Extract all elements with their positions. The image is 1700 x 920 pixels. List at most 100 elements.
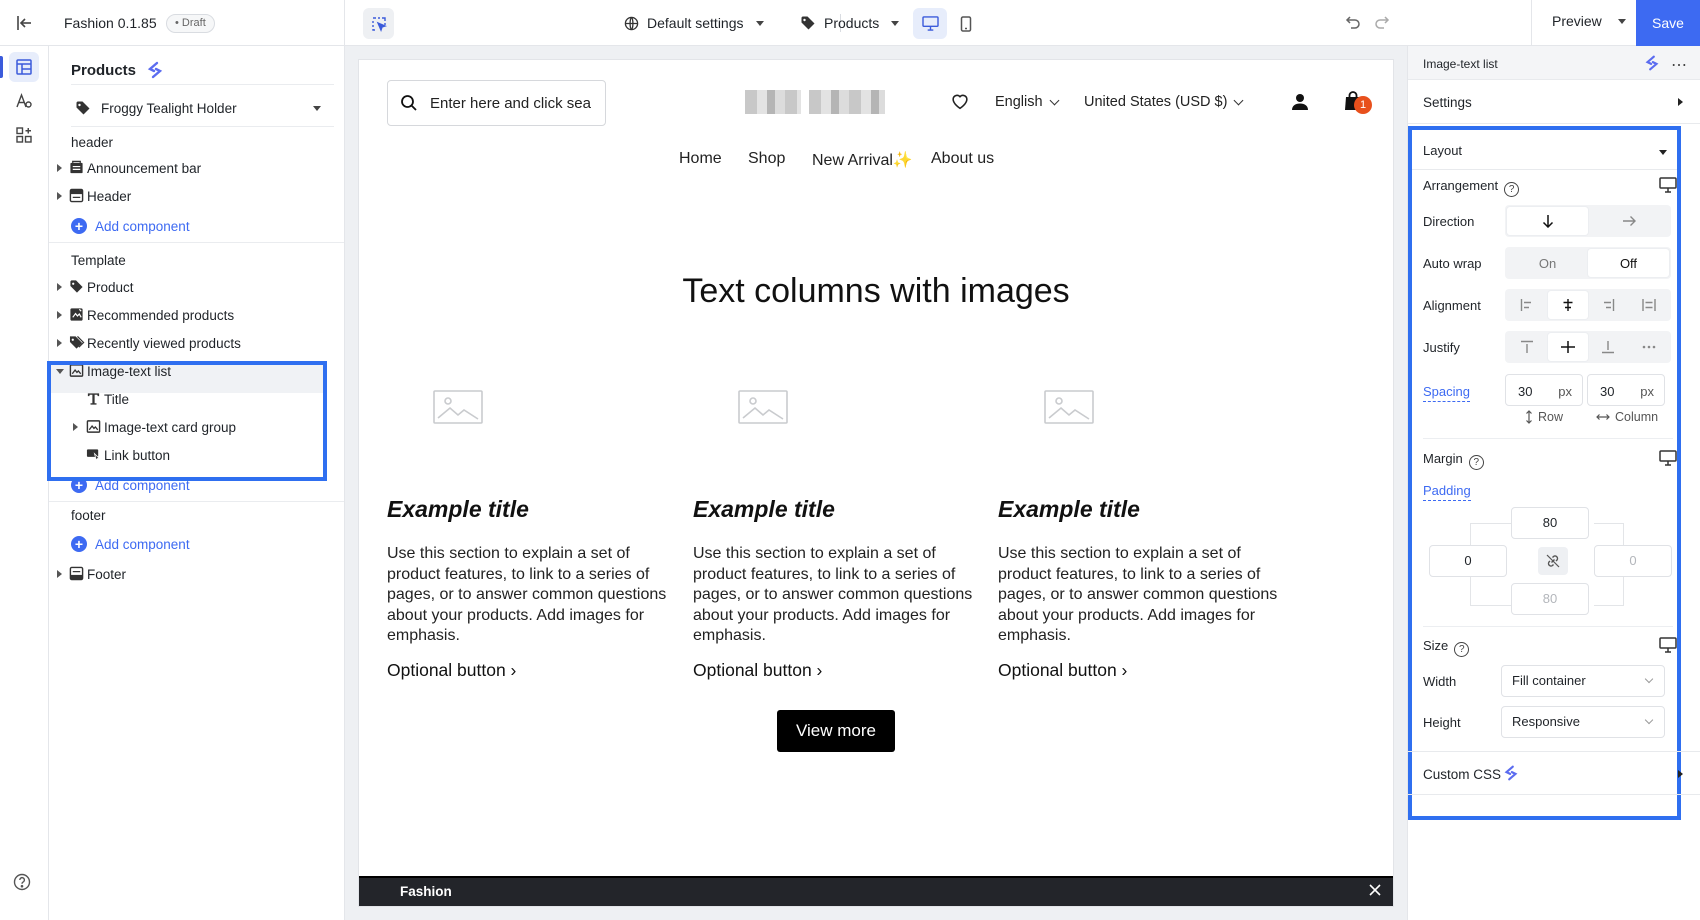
direction-vertical-icon[interactable] [1507, 207, 1588, 235]
tree-item-header[interactable]: Header [49, 182, 345, 210]
more-options-icon[interactable]: ⋯ [1671, 55, 1688, 75]
custom-css-section-toggle[interactable]: Custom CSS [1408, 751, 1700, 795]
image-placeholder-icon[interactable] [1044, 390, 1094, 424]
account-icon[interactable] [1290, 92, 1310, 112]
column-spacing-input[interactable]: 30 px [1587, 374, 1665, 406]
ai-sparkle-icon[interactable] [1643, 54, 1661, 72]
padding-left-input[interactable]: 0 [1429, 545, 1507, 577]
tree-item-label: Announcement bar [87, 160, 202, 176]
redo-icon[interactable] [1374, 13, 1394, 33]
height-select[interactable]: Responsive [1501, 706, 1665, 738]
default-settings-dropdown[interactable]: Default settings [624, 13, 764, 33]
save-button[interactable]: Save [1636, 0, 1700, 46]
currency-selector[interactable]: United States (USD $) [1084, 94, 1244, 110]
image-text-card[interactable]: Example title Use this section to explai… [693, 496, 975, 681]
currency-label: United States (USD $) [1084, 94, 1228, 110]
optional-button[interactable]: Optional button › [387, 660, 516, 681]
expand-arrow-icon[interactable] [57, 311, 62, 319]
tree-item-announcement-bar[interactable]: Announcement bar [49, 154, 345, 182]
help-icon[interactable] [13, 873, 33, 893]
auto-wrap-toggle: On Off [1505, 247, 1671, 279]
column-spacing-unit[interactable]: px [1640, 384, 1654, 399]
justify-center-icon[interactable] [1547, 333, 1588, 361]
expand-arrow-icon[interactable] [57, 192, 62, 200]
add-component-header-button[interactable]: + Add component [71, 215, 190, 237]
footer-section-bar[interactable]: Fashion [359, 876, 1393, 906]
align-stretch-icon[interactable] [1629, 291, 1670, 319]
image-placeholder-icon[interactable] [738, 390, 788, 424]
layout-section-toggle[interactable]: Layout [1412, 130, 1677, 170]
spacing-label[interactable]: Spacing [1423, 384, 1470, 402]
align-left-icon[interactable] [1507, 291, 1548, 319]
nav-link-new-arrival[interactable]: New Arrival✨ [812, 150, 913, 170]
view-more-button[interactable]: View more [777, 710, 895, 752]
link-padding-icon[interactable] [1538, 547, 1568, 575]
ai-sparkle-icon[interactable] [145, 60, 167, 82]
mobile-view-icon[interactable] [949, 8, 983, 39]
auto-wrap-on-option[interactable]: On [1507, 249, 1588, 277]
align-right-icon[interactable] [1588, 291, 1629, 319]
expand-arrow-icon[interactable] [57, 339, 62, 347]
row-spacing-unit[interactable]: px [1558, 384, 1572, 399]
expand-arrow-icon[interactable] [57, 283, 62, 291]
help-circle-icon[interactable]: ? [1468, 455, 1484, 470]
desktop-view-icon[interactable] [913, 8, 947, 39]
auto-wrap-off-option[interactable]: Off [1588, 249, 1669, 277]
justify-space-between-icon[interactable] [1629, 333, 1670, 361]
store-logo[interactable] [809, 90, 885, 114]
store-logo[interactable] [745, 90, 801, 114]
expand-arrow-icon[interactable] [57, 570, 62, 578]
image-text-card[interactable]: Example title Use this section to explai… [998, 496, 1280, 681]
expand-arrow-icon[interactable] [57, 164, 62, 172]
apps-icon[interactable] [9, 120, 39, 150]
ai-sparkle-icon[interactable] [1502, 764, 1520, 782]
optional-button[interactable]: Optional button › [693, 660, 822, 681]
align-center-icon[interactable] [1547, 291, 1588, 319]
nav-link-home[interactable]: Home [679, 150, 722, 168]
nav-link-label: New Arrival [812, 152, 893, 169]
desktop-device-icon[interactable] [1659, 450, 1679, 468]
help-circle-icon[interactable]: ? [1454, 642, 1470, 657]
desktop-device-icon[interactable] [1659, 177, 1679, 195]
optional-button[interactable]: Optional button › [998, 660, 1127, 681]
direction-horizontal-icon[interactable] [1588, 207, 1669, 235]
padding-bottom-input[interactable]: 80 [1511, 583, 1589, 615]
settings-section-toggle[interactable]: Settings [1408, 80, 1700, 124]
image-text-card[interactable]: Example title Use this section to explai… [387, 496, 669, 681]
undo-icon[interactable] [1343, 13, 1363, 33]
width-select[interactable]: Fill container [1501, 665, 1665, 697]
layout-tree-icon[interactable] [9, 52, 39, 82]
justify-top-icon[interactable] [1507, 333, 1548, 361]
language-selector[interactable]: English [995, 94, 1060, 110]
desktop-device-icon[interactable] [1659, 637, 1679, 655]
section-title[interactable]: Text columns with images [359, 272, 1393, 311]
close-icon[interactable] [1367, 882, 1387, 902]
image-placeholder-icon[interactable] [433, 390, 483, 424]
divider [49, 501, 344, 502]
page-select[interactable]: Froggy Tealight Holder [71, 90, 333, 126]
preview-button[interactable]: Preview [1552, 13, 1626, 29]
padding-top-input[interactable]: 80 [1511, 507, 1589, 539]
chevron-down-icon [1644, 674, 1654, 684]
nav-link-about-us[interactable]: About us [931, 150, 994, 168]
padding-right-input[interactable]: 0 [1594, 545, 1672, 577]
tree-item-product[interactable]: Product [49, 273, 345, 301]
tree-item-footer[interactable]: Footer [49, 560, 345, 588]
page-type-dropdown[interactable]: Products [800, 13, 900, 33]
add-component-footer-button[interactable]: + Add component [71, 533, 190, 555]
exit-editor-icon[interactable] [14, 13, 34, 33]
chevron-down-icon[interactable] [1617, 18, 1626, 24]
store-search-input[interactable]: Enter here and click sea [387, 80, 606, 126]
theme-styles-icon[interactable] [9, 86, 39, 116]
alignment-toggle [1505, 289, 1671, 321]
properties-panel: Image-text list ⋯ Settings Layout Arrang… [1407, 46, 1700, 920]
tree-item-recommended-products[interactable]: Recommended products [49, 301, 345, 329]
tree-item-recently-viewed-products[interactable]: Recently viewed products [49, 329, 345, 357]
nav-link-shop[interactable]: Shop [748, 150, 785, 168]
wishlist-heart-icon[interactable] [949, 90, 973, 114]
justify-bottom-icon[interactable] [1588, 333, 1629, 361]
select-tool-icon[interactable] [363, 8, 394, 39]
row-spacing-input[interactable]: 30 px [1505, 374, 1583, 406]
help-circle-icon[interactable]: ? [1504, 182, 1520, 197]
padding-label[interactable]: Padding [1423, 483, 1471, 501]
